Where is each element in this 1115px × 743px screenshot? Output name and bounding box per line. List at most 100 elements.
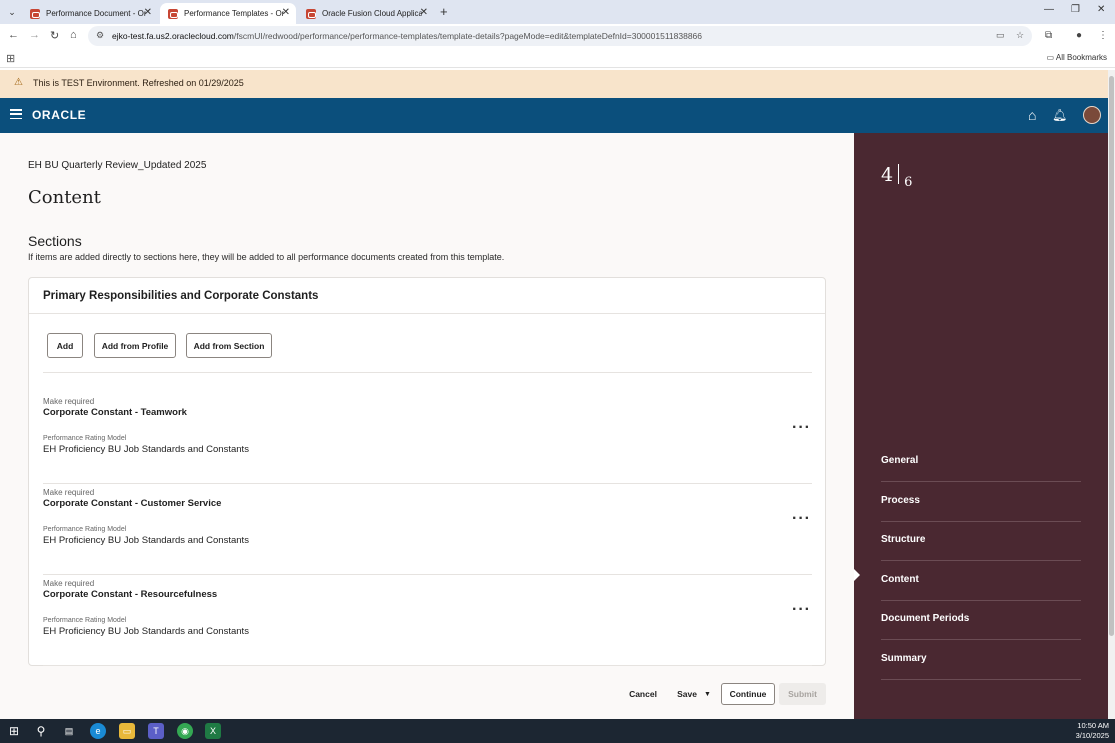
system-clock[interactable]: 10:50 AM 3/10/2025 xyxy=(1076,721,1109,741)
browser-tab-oracle-fusion[interactable]: Oracle Fusion Cloud Applications ✕ xyxy=(298,3,434,24)
main-content: EH BU Quarterly Review_Updated 2025 Cont… xyxy=(0,133,854,719)
page-title: Content xyxy=(28,187,101,208)
url-text: ejko-test.fa.us2.oraclecloud.com/fscmUI/… xyxy=(112,31,702,41)
add-from-profile-button[interactable]: Add from Profile xyxy=(94,333,176,358)
scrollbar-thumb[interactable] xyxy=(1109,76,1114,636)
rating-model-label: Performance Rating Model xyxy=(43,435,127,442)
more-actions-icon[interactable]: ··· xyxy=(792,601,811,619)
restore-icon[interactable]: ❐ xyxy=(1071,4,1080,15)
home-icon[interactable]: ⌂ xyxy=(70,29,77,41)
close-icon[interactable]: ✕ xyxy=(420,7,428,18)
tab-title: Performance Templates - Oracle xyxy=(184,9,284,18)
total-steps-number: 6 xyxy=(904,175,913,190)
excel-icon[interactable]: X xyxy=(205,723,221,739)
divider xyxy=(43,372,812,373)
rating-model-value: EH Proficiency BU Job Standards and Cons… xyxy=(43,444,249,455)
url-host: ejko-test.fa.us2.oraclecloud.com xyxy=(112,31,234,41)
page-scrollbar[interactable] xyxy=(1108,70,1115,719)
rating-model-value: EH Proficiency BU Job Standards and Cons… xyxy=(43,535,249,546)
install-icon[interactable]: ▭ xyxy=(996,30,1005,41)
section-card-header: Primary Responsibilities and Corporate C… xyxy=(29,278,825,314)
bookmarks-bar: ⊞ ▭ All Bookmarks xyxy=(0,48,1115,68)
continue-button[interactable]: Continue xyxy=(721,683,775,705)
train-step-content[interactable]: Content xyxy=(881,561,1081,601)
extensions-icon[interactable]: ⧉ xyxy=(1045,30,1052,41)
back-icon[interactable]: ← xyxy=(8,29,19,41)
make-required-label[interactable]: Make required xyxy=(43,397,94,406)
browser-menu-icon[interactable]: ⋮ xyxy=(1098,30,1108,41)
make-required-label[interactable]: Make required xyxy=(43,579,94,588)
tab-title: Performance Document - Oracle xyxy=(46,9,146,18)
edge-icon[interactable]: e xyxy=(90,723,106,739)
apps-grid-icon[interactable]: ⊞ xyxy=(6,52,15,65)
current-step-pointer-icon xyxy=(854,569,860,581)
section-item: Make required Corporate Constant - Resou… xyxy=(43,575,812,666)
save-menu-button[interactable]: Save ▼ xyxy=(674,683,714,705)
browser-tab-performance-templates[interactable]: Performance Templates - Oracle ✕ xyxy=(160,3,296,24)
item-name: Corporate Constant - Customer Service xyxy=(43,498,222,509)
teams-icon[interactable]: T xyxy=(148,723,164,739)
task-view-icon[interactable]: ▤ xyxy=(61,723,77,739)
warning-icon: ⚠ xyxy=(14,77,23,88)
tab-search-icon[interactable]: ⌄ xyxy=(4,4,20,20)
profile-icon[interactable]: ● xyxy=(1076,30,1082,41)
item-name: Corporate Constant - Resourcefulness xyxy=(43,589,218,600)
rating-model-label: Performance Rating Model xyxy=(43,617,127,624)
close-icon[interactable]: ✕ xyxy=(144,7,152,18)
new-tab-button[interactable]: + xyxy=(440,4,448,19)
home-icon[interactable]: ⌂ xyxy=(1028,107,1036,123)
forward-icon[interactable]: → xyxy=(29,29,40,41)
caret-down-icon: ▼ xyxy=(703,690,711,698)
banner-text: This is TEST Environment. Refreshed on 0… xyxy=(33,78,244,88)
sections-heading: Sections xyxy=(28,233,82,249)
train-step-general[interactable]: General xyxy=(881,442,1081,482)
rating-model-value: EH Proficiency BU Job Standards and Cons… xyxy=(43,626,249,637)
folder-icon: ▭ xyxy=(1046,53,1056,62)
file-explorer-icon[interactable]: ▭ xyxy=(119,723,135,739)
app-header: ORACLE ⌂ 🔔︎ xyxy=(0,98,1108,133)
section-item: Make required Corporate Constant - Custo… xyxy=(43,484,812,575)
url-path: /fscmUI/redwood/performance/performance-… xyxy=(233,31,703,41)
item-name: Corporate Constant - Teamwork xyxy=(43,407,187,418)
notifications-bell-icon[interactable]: 🔔︎ xyxy=(1052,108,1067,122)
os-taskbar: ⊞ ⚲ ▤ e ▭ T ◉ X 10:50 AM 3/10/2025 xyxy=(0,719,1115,743)
all-bookmarks-button[interactable]: ▭ All Bookmarks xyxy=(1047,53,1107,62)
site-info-icon[interactable]: ⚙ xyxy=(96,30,104,41)
tab-title: Oracle Fusion Cloud Applications xyxy=(322,9,422,18)
train-step-process[interactable]: Process xyxy=(881,482,1081,522)
train-step-structure[interactable]: Structure xyxy=(881,521,1081,561)
clock-time: 10:50 AM xyxy=(1077,721,1109,730)
windows-start-icon[interactable]: ⊞ xyxy=(6,723,22,739)
window-close-icon[interactable]: ✕ xyxy=(1097,4,1105,15)
template-name: EH BU Quarterly Review_Updated 2025 xyxy=(28,160,207,171)
save-label: Save xyxy=(677,689,697,699)
section-title: Primary Responsibilities and Corporate C… xyxy=(43,290,319,302)
user-avatar[interactable] xyxy=(1083,106,1101,124)
submit-button: Submit xyxy=(779,683,826,705)
oracle-logo[interactable]: ORACLE xyxy=(32,108,86,122)
chrome-icon[interactable]: ◉ xyxy=(177,723,193,739)
search-icon[interactable]: ⚲ xyxy=(33,723,49,739)
train-step-summary[interactable]: Summary xyxy=(881,640,1081,680)
current-step-number: 4 xyxy=(881,164,894,186)
sections-description: If items are added directly to sections … xyxy=(28,252,505,262)
browser-tab-performance-document[interactable]: Performance Document - Oracle ✕ xyxy=(22,3,158,24)
section-item: Make required Corporate Constant - Teamw… xyxy=(43,393,812,484)
navigator-menu-icon[interactable] xyxy=(10,109,22,120)
close-icon[interactable]: ✕ xyxy=(282,7,290,18)
environment-banner: ⚠ This is TEST Environment. Refreshed on… xyxy=(0,70,1108,98)
minimize-icon[interactable]: — xyxy=(1044,4,1054,15)
make-required-label[interactable]: Make required xyxy=(43,488,94,497)
train-step-document-periods[interactable]: Document Periods xyxy=(881,600,1081,640)
more-actions-icon[interactable]: ··· xyxy=(792,510,811,528)
more-actions-icon[interactable]: ··· xyxy=(792,419,811,437)
oracle-favicon-icon xyxy=(306,8,316,19)
add-button[interactable]: Add xyxy=(47,333,83,358)
url-field[interactable]: ⚙ ejko-test.fa.us2.oraclecloud.com/fscmU… xyxy=(88,26,1032,46)
star-icon[interactable]: ☆ xyxy=(1016,30,1024,41)
cancel-button[interactable]: Cancel xyxy=(624,683,662,705)
all-bookmarks-label: All Bookmarks xyxy=(1055,53,1107,62)
oracle-favicon-icon xyxy=(30,8,40,19)
reload-icon[interactable]: ↻ xyxy=(50,29,59,42)
add-from-section-button[interactable]: Add from Section xyxy=(186,333,272,358)
